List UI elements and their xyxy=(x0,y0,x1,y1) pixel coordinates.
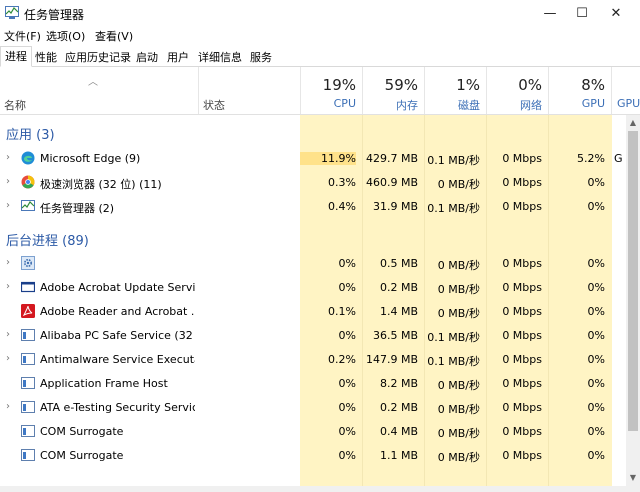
menu-view[interactable]: 查看(V) xyxy=(95,28,133,44)
horizontal-scrollbar[interactable] xyxy=(0,486,640,492)
column-cpu[interactable]: 19% CPU xyxy=(300,67,362,114)
task-manager-icon xyxy=(5,6,19,19)
table-row[interactable]: COM Surrogate 0% 0.4 MB 0 MB/秒 0 Mbps 0% xyxy=(0,420,626,444)
tab-startup[interactable]: 启动 xyxy=(131,47,163,66)
chevron-right-icon[interactable]: › xyxy=(6,176,10,187)
chevron-right-icon[interactable]: › xyxy=(6,281,10,292)
scroll-down-icon[interactable]: ▼ xyxy=(626,473,640,482)
service-icon xyxy=(21,377,35,389)
scrollbar-thumb[interactable] xyxy=(628,131,638,431)
title-bar: 任务管理器 — ☐ ✕ xyxy=(0,0,640,26)
table-row[interactable]: › Adobe Acrobat Update Servi... 0% 0.2 M… xyxy=(0,276,626,300)
column-status[interactable]: 状态 xyxy=(198,67,300,114)
tab-details[interactable]: 详细信息 xyxy=(193,47,247,66)
table-row[interactable]: COM Surrogate 0% 1.1 MB 0 MB/秒 0 Mbps 0% xyxy=(0,444,626,468)
process-table: 应用 (3) › Microsoft Edge (9) 11.9% 429.7 … xyxy=(0,115,626,486)
column-name[interactable]: ︿ 名称 xyxy=(0,67,198,114)
service-icon xyxy=(21,449,35,461)
chevron-right-icon[interactable]: › xyxy=(6,200,10,211)
scroll-up-icon[interactable]: ▲ xyxy=(626,118,640,127)
chevron-right-icon[interactable]: › xyxy=(6,152,10,163)
chevron-right-icon[interactable]: › xyxy=(6,353,10,364)
column-memory[interactable]: 59% 内存 xyxy=(362,67,424,114)
tab-app-history[interactable]: 应用历史记录 xyxy=(60,47,136,66)
window-icon xyxy=(21,281,35,293)
gear-icon xyxy=(21,256,35,270)
sort-up-icon: ︿ xyxy=(88,77,98,88)
close-button[interactable]: ✕ xyxy=(598,0,634,26)
table-row[interactable]: Application Frame Host 0% 8.2 MB 0 MB/秒 … xyxy=(0,372,626,396)
column-network[interactable]: 0% 网络 xyxy=(486,67,548,114)
tab-bar: 进程 性能 应用历史记录 启动 用户 详细信息 服务 xyxy=(0,45,640,67)
table-row[interactable]: › Microsoft Edge (9) 11.9% 429.7 MB 0.1 … xyxy=(0,147,626,171)
table-row[interactable]: › Alibaba PC Safe Service (32 ... 0% 36.… xyxy=(0,324,626,348)
column-gpu[interactable]: 8% GPU xyxy=(548,67,611,114)
tab-performance[interactable]: 性能 xyxy=(30,47,62,66)
group-header-background[interactable]: 后台进程 (89) xyxy=(0,227,626,251)
column-gpu-engine[interactable]: GPU xyxy=(611,67,640,114)
table-row[interactable]: › 任务管理器 (2) 0.4% 31.9 MB 0.1 MB/秒 0 Mbps… xyxy=(0,195,626,219)
table-row[interactable]: › Antimalware Service Executa... 0.2% 14… xyxy=(0,348,626,372)
edge-icon xyxy=(21,151,35,165)
service-icon xyxy=(21,353,35,365)
chevron-right-icon[interactable]: › xyxy=(6,257,10,268)
task-manager-icon xyxy=(21,200,35,211)
tab-users[interactable]: 用户 xyxy=(162,47,194,66)
chevron-right-icon[interactable]: › xyxy=(6,401,10,412)
tab-services[interactable]: 服务 xyxy=(245,47,277,66)
acrobat-icon xyxy=(21,304,35,318)
browser-icon xyxy=(21,175,35,189)
service-icon xyxy=(21,425,35,437)
window-title: 任务管理器 xyxy=(24,8,85,22)
table-row[interactable]: › 极速浏览器 (32 位) (11) 0.3% 460.9 MB 0 MB/秒… xyxy=(0,171,626,195)
table-row[interactable]: › ATA e-Testing Security Servic... 0% 0.… xyxy=(0,396,626,420)
group-header-apps[interactable]: 应用 (3) xyxy=(0,121,626,145)
chevron-right-icon[interactable]: › xyxy=(6,329,10,340)
menu-options[interactable]: 选项(O) xyxy=(46,28,85,44)
column-disk[interactable]: 1% 磁盘 xyxy=(424,67,486,114)
table-row[interactable]: Adobe Reader and Acrobat ... 0.1% 1.4 MB… xyxy=(0,300,626,324)
menu-bar: 文件(F) 选项(O) 查看(V) xyxy=(0,26,640,44)
service-icon xyxy=(21,329,35,341)
minimize-button[interactable]: — xyxy=(532,0,568,26)
table-row[interactable]: › 0% 0.5 MB 0 MB/秒 0 Mbps 0% xyxy=(0,252,626,276)
tab-processes[interactable]: 进程 xyxy=(0,46,32,67)
maximize-button[interactable]: ☐ xyxy=(564,0,600,26)
menu-file[interactable]: 文件(F) xyxy=(4,28,41,44)
vertical-scrollbar[interactable]: ▲ ▼ xyxy=(626,115,640,486)
column-header: ︿ 名称 状态 19% CPU 59% 内存 1% 磁盘 0% 网络 8% GP… xyxy=(0,67,640,115)
service-icon xyxy=(21,401,35,413)
